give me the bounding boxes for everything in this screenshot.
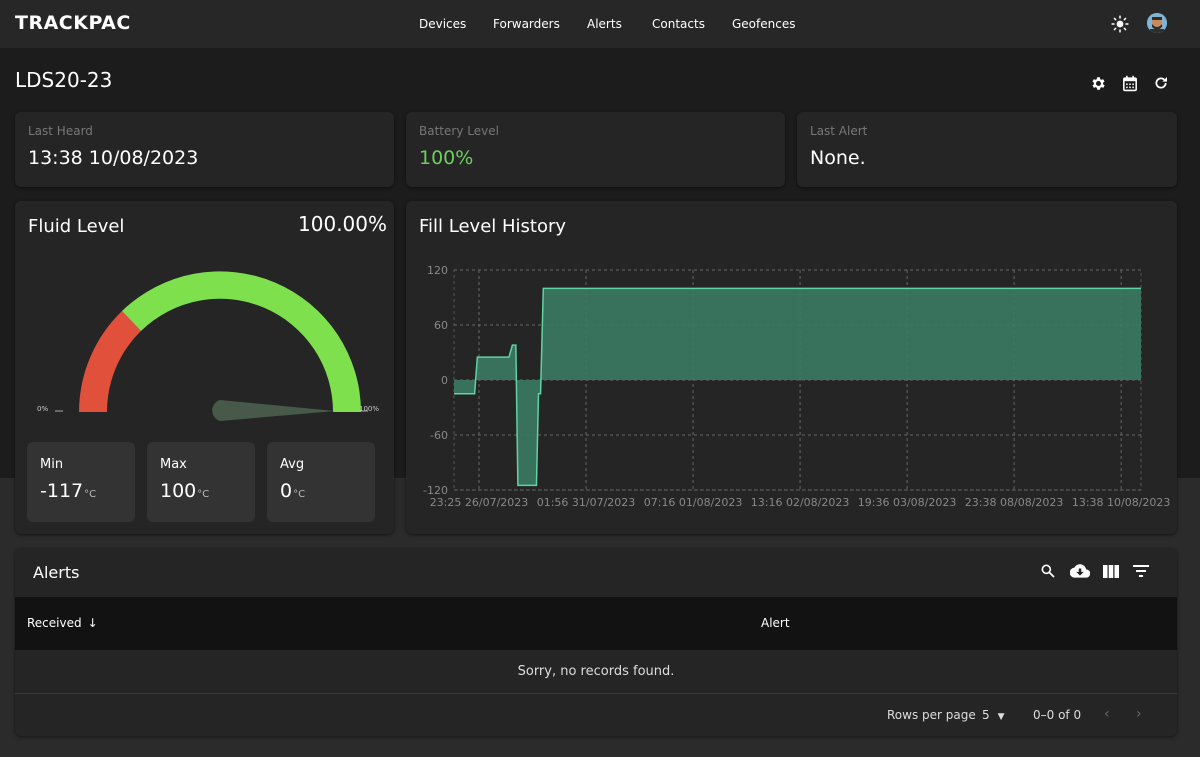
min-label: Min <box>40 457 64 472</box>
last-heard-label: Last Heard <box>28 124 93 138</box>
x-tick-label: 19:36 03/08/2023 <box>858 496 957 509</box>
y-tick-label: -60 <box>430 429 448 442</box>
next-page-icon[interactable]: › <box>1136 706 1142 722</box>
last-heard-card: Last Heard 13:38 10/08/2023 <box>15 112 394 187</box>
alerts-table-header: Received ↓ Alert <box>15 597 1177 650</box>
series-area <box>454 288 1141 486</box>
nav-forwarders[interactable]: Forwarders <box>493 17 560 31</box>
min-temp-card: Min -117°C <box>27 442 135 522</box>
view-column-icon[interactable] <box>1102 562 1120 580</box>
x-tick-label: 13:38 10/08/2023 <box>1072 496 1171 509</box>
battery-level-label: Battery Level <box>419 124 499 138</box>
nav-geofences[interactable]: Geofences <box>732 17 795 31</box>
x-tick-label: 23:25 26/07/2023 <box>430 496 529 509</box>
fill-history-chart: 120600-60-12023:25 26/07/2023 01:56 31/07… <box>423 264 1171 509</box>
page-title: LDS20-23 <box>15 68 113 92</box>
refresh-icon[interactable] <box>1152 74 1170 92</box>
avg-label: Avg <box>280 457 305 472</box>
col-alert[interactable]: Alert <box>761 616 790 630</box>
x-tick-label: 07:16 01/08/2023 <box>644 496 743 509</box>
col-received[interactable]: Received ↓ <box>27 616 98 630</box>
battery-level-card: Battery Level 100% <box>406 112 785 187</box>
nav-alerts[interactable]: Alerts <box>587 17 622 31</box>
gauge-max-tick: 100% <box>359 405 380 413</box>
gear-icon[interactable] <box>1089 74 1107 92</box>
max-value: 100°C <box>160 480 210 502</box>
search-icon[interactable] <box>1039 562 1057 580</box>
last-alert-card: Last Alert None. <box>797 112 1177 187</box>
x-tick-label: 23:38 08/08/2023 <box>965 496 1064 509</box>
x-tick-label: 01:56 31/07/2023 <box>537 496 636 509</box>
avatar[interactable] <box>1147 13 1167 33</box>
gauge-needle <box>212 400 335 421</box>
nav-devices[interactable]: Devices <box>419 17 466 31</box>
top-navbar: TRACKPAC Devices Forwarders Alerts Conta… <box>0 0 1200 48</box>
filter-icon[interactable] <box>1132 562 1150 580</box>
empty-table-message: Sorry, no records found. <box>15 650 1177 694</box>
fluid-level-card: Fluid Level 100.00% 0% 100% Min -117°C M… <box>15 201 394 534</box>
prev-page-icon[interactable]: ‹ <box>1104 706 1110 722</box>
gauge-green-segment <box>122 271 361 412</box>
arrow-down-icon: ↓ <box>87 616 98 630</box>
sun-icon[interactable] <box>1110 14 1130 34</box>
cloud-download-icon[interactable] <box>1069 562 1091 580</box>
max-temp-card: Max 100°C <box>147 442 255 522</box>
brand-logo[interactable]: TRACKPAC <box>15 12 131 34</box>
last-alert-label: Last Alert <box>810 124 868 138</box>
caret-down-icon: ▼ <box>997 712 1005 722</box>
max-label: Max <box>160 457 187 472</box>
y-tick-label: 60 <box>434 319 448 332</box>
y-tick-label: 120 <box>427 264 448 277</box>
rows-per-page-select[interactable]: 5 ▼ <box>982 708 1005 722</box>
min-value: -117°C <box>40 480 97 502</box>
gauge-red-segment <box>79 311 141 412</box>
last-alert-value: None. <box>810 147 866 169</box>
rows-per-page-label: Rows per page <box>887 708 976 722</box>
y-tick-label: 0 <box>441 374 448 387</box>
gauge-min-tick: 0% <box>37 405 49 413</box>
nav-contacts[interactable]: Contacts <box>652 17 705 31</box>
fluid-gauge <box>55 271 368 421</box>
pagination-range: 0–0 of 0 <box>1033 708 1082 722</box>
avg-value: 0°C <box>280 480 306 502</box>
last-heard-value: 13:38 10/08/2023 <box>28 147 199 169</box>
calendar-icon[interactable] <box>1121 74 1139 92</box>
battery-level-value: 100% <box>419 147 474 169</box>
fill-history-card: Fill Level History 120 60 0 -60 -120 23:25 26… <box>406 201 1177 534</box>
x-tick-label: 13:16 02/08/2023 <box>751 496 850 509</box>
alerts-title: Alerts <box>33 563 80 582</box>
avg-temp-card: Avg 0°C <box>267 442 375 522</box>
